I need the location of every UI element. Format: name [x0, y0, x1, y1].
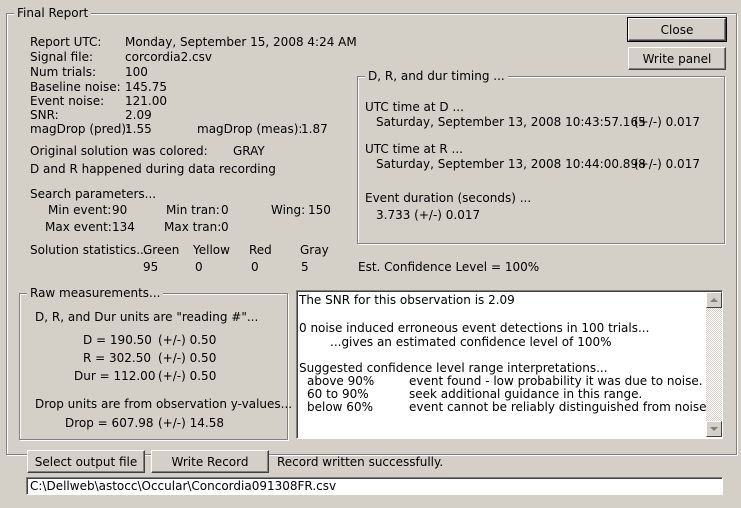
event-noise-label: Event noise:: [30, 94, 105, 108]
event-duration-label: Event duration (seconds) ...: [365, 191, 532, 205]
stats-value-green: 95: [143, 260, 159, 274]
memo-scrollbar[interactable]: [706, 292, 722, 437]
raw-units-note: D, R, and Dur units are "reading #"...: [35, 310, 259, 324]
magdrop-meas-value: 1.87: [301, 122, 328, 136]
stats-col-yellow: Yellow: [193, 243, 230, 257]
original-color-label: Original solution was colored:: [30, 144, 208, 158]
snr-label: SNR:: [30, 108, 59, 122]
raw-drop-value: Drop = 607.98: [65, 416, 154, 430]
dr-recording-note: D and R happened during data recording: [30, 162, 276, 176]
utc-r-error: (+/-) 0.017: [634, 157, 700, 171]
memo-range-below-text: event cannot be reliably distinguished f…: [409, 400, 711, 414]
min-event-value: 90: [112, 203, 128, 217]
magdrop-meas-label: magDrop (meas):: [197, 122, 303, 136]
num-trials-label: Num trials:: [30, 65, 97, 79]
memo-range-above-text: event found - low probability it was due…: [409, 374, 703, 388]
memo-line-suggested: Suggested confidence level range interpr…: [299, 361, 608, 375]
raw-drop-error: (+/-) 14.58: [158, 416, 224, 430]
raw-r-value: R = 302.50: [83, 351, 152, 365]
baseline-noise-label: Baseline noise:: [30, 80, 121, 94]
down-arrow-icon: [710, 426, 718, 431]
raw-measurements-title: Raw measurements...: [27, 286, 164, 300]
stats-value-gray: 5: [301, 260, 309, 274]
up-arrow-icon: [710, 297, 718, 302]
wing-value: 150: [308, 203, 331, 217]
original-color-value: GRAY: [233, 144, 265, 158]
close-button[interactable]: Close: [627, 17, 727, 42]
max-event-label: Max event:: [45, 220, 112, 234]
num-trials-value: 100: [125, 65, 148, 79]
raw-dur-value: Dur = 112.00: [74, 369, 156, 383]
raw-d-error: (+/-) 0.50: [158, 333, 217, 347]
stats-col-red: Red: [249, 243, 272, 257]
memo-range-above: above 90%: [307, 374, 375, 388]
max-tran-label: Max tran:: [164, 220, 222, 234]
output-path-field[interactable]: C:\Dellweb\astocc\Occular\Concordia09130…: [26, 477, 723, 495]
drop-units-note: Drop units are from observation y-values…: [35, 397, 293, 411]
scroll-up-button[interactable]: [706, 292, 722, 308]
event-noise-value: 121.00: [125, 94, 167, 108]
magdrop-pred-label: magDrop (pred):: [30, 122, 131, 136]
memo-range-below: below 60%: [307, 400, 373, 414]
utc-d-label: UTC time at D ...: [365, 100, 464, 114]
utc-r-label: UTC time at R ...: [365, 142, 463, 156]
snr-report-memo[interactable]: The SNR for this observation is 2.09 0 n…: [296, 290, 723, 439]
raw-d-value: D = 190.50: [83, 333, 152, 347]
scroll-down-button[interactable]: [706, 421, 722, 437]
signal-file-value: corcordia2.csv: [125, 50, 212, 64]
utc-r-value: Saturday, September 13, 2008 10:44:00.89…: [376, 157, 646, 171]
final-report-title: Final Report: [14, 6, 92, 20]
timing-group-title: D, R, and dur timing ...: [365, 69, 508, 83]
solution-stats-header: Solution statistics...: [30, 243, 148, 257]
baseline-noise-value: 145.75: [125, 80, 167, 94]
wing-label: Wing:: [271, 203, 306, 217]
signal-file-label: Signal file:: [30, 50, 93, 64]
memo-range-mid-text: seek additional guidance in this range.: [409, 387, 643, 401]
max-tran-value: 0: [221, 220, 229, 234]
report-utc-label: Report UTC:: [30, 35, 102, 49]
search-params-header: Search parameters...: [30, 187, 157, 201]
stats-value-red: 0: [251, 260, 259, 274]
memo-line-detections: 0 noise induced erroneous event detectio…: [299, 321, 650, 335]
output-path-text: C:\Dellweb\astocc\Occular\Concordia09130…: [30, 479, 337, 493]
raw-dur-error: (+/-) 0.50: [158, 369, 217, 383]
record-status-message: Record written successfully.: [277, 455, 444, 469]
memo-range-mid: 60 to 90%: [307, 387, 369, 401]
snr-value: 2.09: [125, 108, 152, 122]
magdrop-pred-value: 1.55: [125, 122, 152, 136]
utc-d-error: (+/-) 0.017: [634, 115, 700, 129]
min-tran-value: 0: [221, 203, 229, 217]
min-tran-label: Min tran:: [166, 203, 220, 217]
write-record-button[interactable]: Write Record: [151, 450, 269, 473]
report-utc-value: Monday, September 15, 2008 4:24 AM: [125, 35, 357, 49]
write-panel-button[interactable]: Write panel: [628, 47, 726, 70]
memo-line-snr: The SNR for this observation is 2.09: [299, 293, 515, 307]
event-duration-value: 3.733 (+/-) 0.017: [376, 208, 481, 222]
utc-d-value: Saturday, September 13, 2008 10:43:57.16…: [376, 115, 646, 129]
min-event-label: Min event:: [48, 203, 112, 217]
memo-line-confidence: ...gives an estimated confidence level o…: [330, 335, 612, 349]
raw-r-error: (+/-) 0.50: [158, 351, 217, 365]
stats-col-gray: Gray: [300, 243, 329, 257]
stats-col-green: Green: [143, 243, 180, 257]
stats-value-yellow: 0: [195, 260, 203, 274]
select-output-file-button[interactable]: Select output file: [27, 450, 145, 473]
confidence-level: Est. Confidence Level = 100%: [358, 260, 540, 274]
max-event-value: 134: [112, 220, 135, 234]
